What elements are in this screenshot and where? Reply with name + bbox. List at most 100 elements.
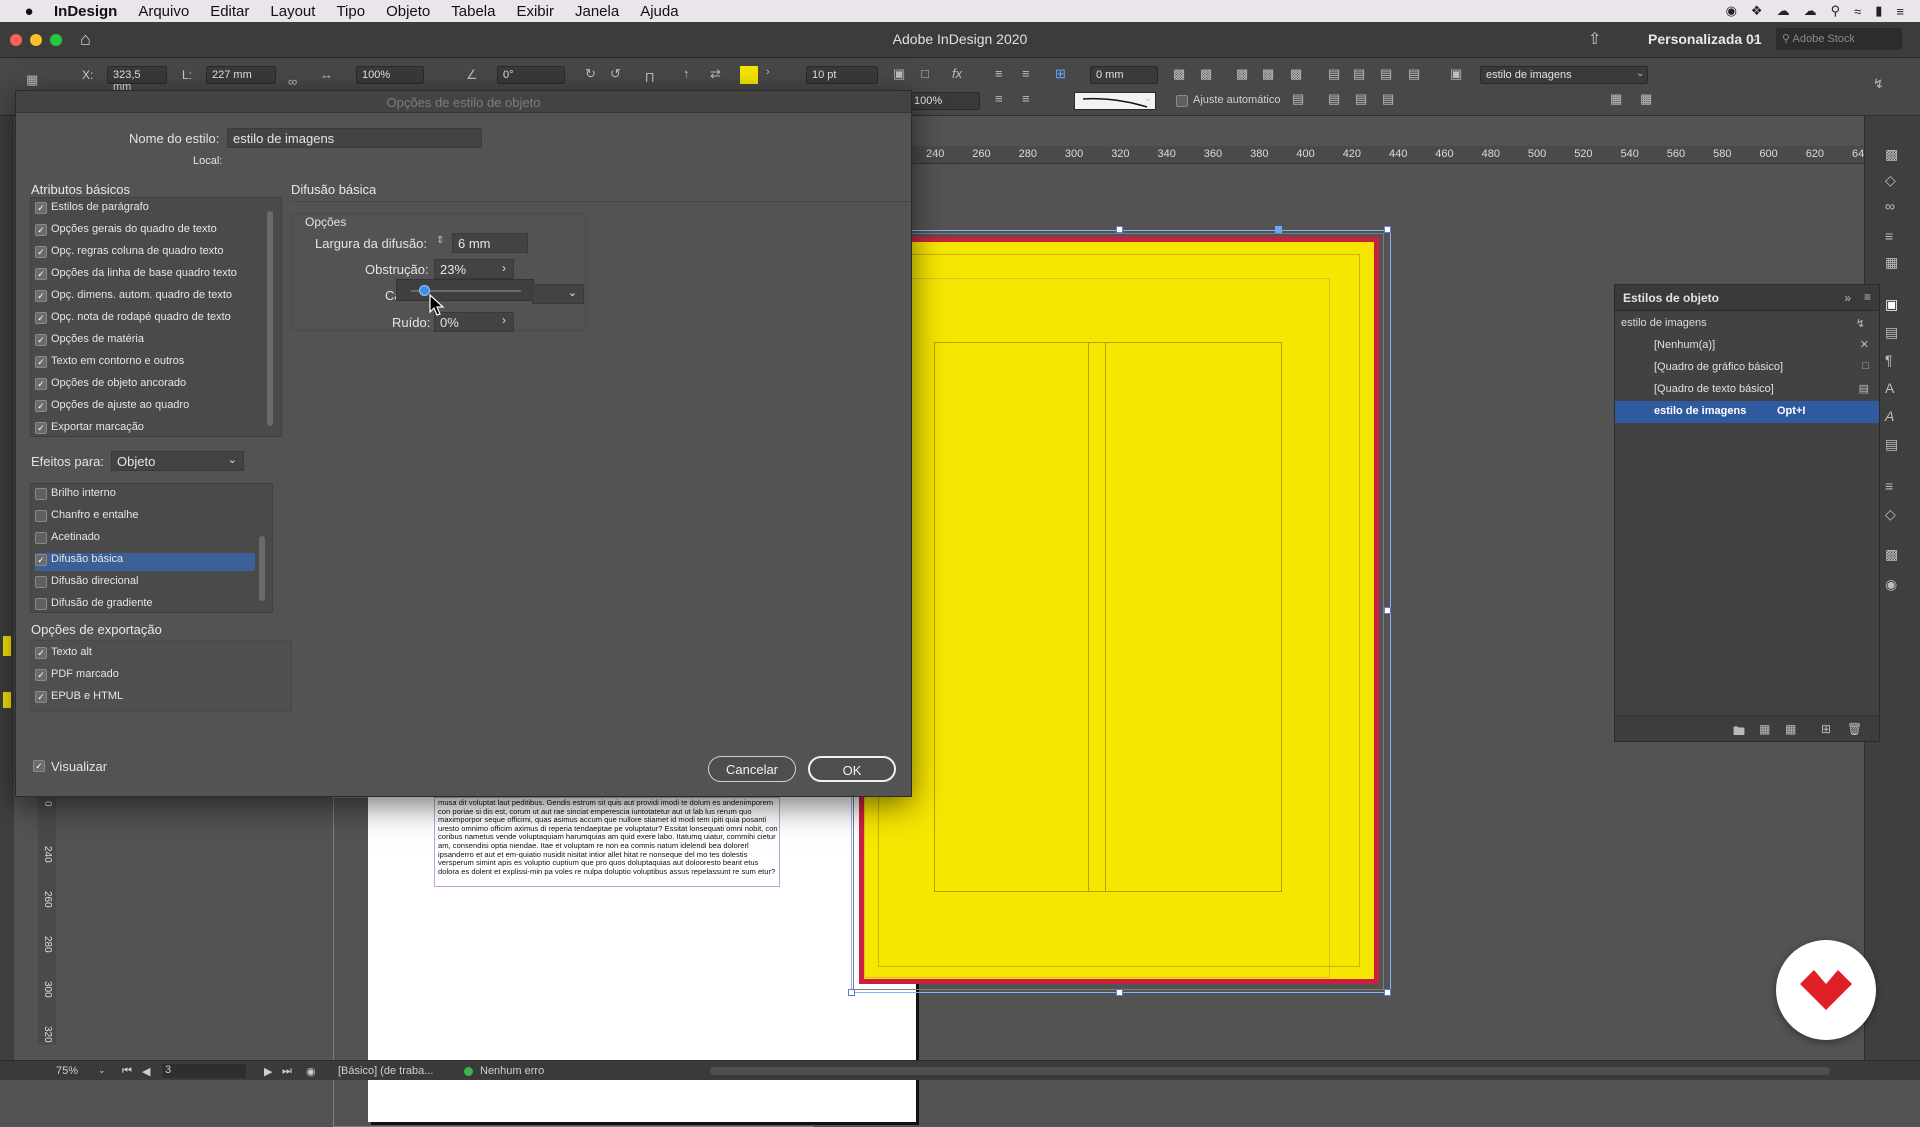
page-number-field[interactable]: 3 [162, 1064, 246, 1078]
checkbox[interactable]: ✓ [35, 400, 47, 412]
checkbox-row[interactable]: ✓ Opções de ajuste ao quadro [35, 399, 265, 417]
menu-arquivo[interactable]: Arquivo [138, 3, 189, 20]
drop-shadow-icon[interactable]: □ [921, 66, 929, 81]
frame-icon[interactable]: ▣ [893, 66, 905, 82]
selection-handle[interactable] [1116, 989, 1123, 996]
rotate-ccw-icon[interactable]: ↺ [610, 66, 621, 82]
effects-for-select[interactable]: Objeto ⌄ [111, 451, 244, 471]
choke-slider-popup[interactable] [396, 279, 534, 301]
fill-color-swatch[interactable] [3, 636, 11, 656]
new-style-icon[interactable]: ▦ [1610, 91, 1622, 107]
auto-fit-checkbox[interactable] [1176, 95, 1188, 107]
checkbox[interactable] [35, 532, 47, 544]
checkbox-row[interactable]: ✓ PDF marcado [35, 668, 265, 686]
checkbox[interactable]: ✓ [35, 691, 47, 703]
scale-y-field[interactable]: 100% [908, 92, 980, 110]
object-style-select[interactable]: estilo de imagens [1480, 66, 1648, 84]
chevron-right-icon[interactable]: › [502, 313, 506, 327]
style-name-input[interactable]: estilo de imagens [227, 128, 482, 148]
checkbox-row[interactable]: ✓ Opções da linha de base quadro texto [35, 267, 265, 285]
text-wrap-icon[interactable]: ▤ [1885, 436, 1898, 453]
checkbox-row[interactable]: ✓ Opç. regras coluna de quadro texto [35, 245, 265, 263]
checkbox-row[interactable]: ✓ Opç. dimens. autom. quadro de texto [35, 289, 265, 307]
checkbox-row[interactable]: ✓ Opções de matéria [35, 333, 265, 351]
offset-field[interactable]: 0 mm [1090, 66, 1158, 84]
lightning-icon[interactable]: ↯ [1873, 76, 1884, 92]
clear-attributes-icon[interactable]: ▦ [1785, 722, 1796, 736]
new-style-icon[interactable]: ⊞ [1821, 722, 1831, 736]
checkbox-row[interactable]: ✓ Opç. nota de rodapé quadro de texto [35, 311, 265, 329]
search-icon[interactable]: ⚲ [1831, 3, 1841, 19]
horizontal-scrollbar[interactable] [710, 1067, 1830, 1075]
checkbox[interactable]: ✓ [35, 312, 47, 324]
lightning-icon[interactable]: ↯ [1856, 317, 1865, 330]
link-icon[interactable]: ∞ [288, 74, 297, 89]
checkbox-row[interactable]: Difusão de gradiente [35, 597, 265, 615]
checkbox-row[interactable]: ✓ EPUB e HTML [35, 690, 265, 708]
swatches-icon[interactable]: ▦ [1885, 254, 1898, 271]
content-grabber[interactable] [1275, 226, 1282, 233]
selection-handle[interactable] [1384, 226, 1391, 233]
flip-horizontal-icon[interactable]: ⇄ [710, 66, 721, 82]
checkbox-row[interactable]: Acetinado [35, 531, 265, 549]
previous-page-icon[interactable]: ◀ [142, 1065, 150, 1078]
adobe-stock-search[interactable]: ⚲ Adobe Stock [1776, 28, 1902, 50]
checkbox[interactable]: ✓ [35, 268, 47, 280]
checkbox-row[interactable]: ✓ Opções de objeto ancorado [35, 377, 265, 395]
chevron-down-icon[interactable]: ⌄ [1750, 33, 1758, 44]
menu-editar[interactable]: Editar [210, 3, 249, 20]
gradient-icon[interactable]: ▩ [1885, 546, 1898, 563]
preflight-profile[interactable]: [Básico] (de traba... [338, 1065, 433, 1077]
chevron-down-icon[interactable]: ⌄ [98, 1065, 106, 1076]
preview-checkbox[interactable]: ✓ [33, 760, 45, 772]
panel-menu-icon[interactable]: ≡ [1864, 290, 1871, 304]
clear-overrides-icon[interactable]: ▦ [1759, 722, 1770, 736]
align-top-icon[interactable]: ▤ [1328, 91, 1340, 107]
menu-janela[interactable]: Janela [575, 3, 619, 20]
checkbox[interactable] [35, 488, 47, 500]
selection-handle[interactable] [848, 989, 855, 996]
last-page-icon[interactable]: ⏭ [282, 1065, 292, 1078]
checkbox[interactable]: ✓ [35, 647, 47, 659]
next-page-icon[interactable]: ▶ [264, 1065, 272, 1078]
checkbox[interactable]: ✓ [35, 669, 47, 681]
checkbox[interactable]: ✓ [35, 224, 47, 236]
checkbox-row[interactable]: ✓ Difusão básica [35, 553, 255, 571]
collapse-icon[interactable]: » [1844, 291, 1851, 305]
align-right-icon[interactable]: ▤ [1380, 66, 1392, 82]
trash-icon[interactable]: 🗑 [1847, 722, 1862, 736]
folder-icon[interactable]: 🖿 [1733, 722, 1745, 743]
align-center-icon[interactable]: ▤ [1353, 66, 1365, 82]
first-page-icon[interactable]: ⏮ [122, 1065, 132, 1078]
checkbox[interactable]: ✓ [35, 356, 47, 368]
align-top-icon[interactable]: ▤ [1292, 91, 1304, 107]
checkbox-row[interactable]: ✓ Exportar marcação [35, 421, 265, 439]
checkbox[interactable] [35, 510, 47, 522]
x-field[interactable]: 323,5 mm [107, 66, 167, 93]
character-styles-icon[interactable]: A [1885, 380, 1894, 396]
menu-ajuda[interactable]: Ajuda [640, 3, 678, 20]
menu-app[interactable]: InDesign [54, 3, 117, 20]
fit-content-icon[interactable]: ▩ [1173, 66, 1185, 82]
rotate-cw-icon[interactable]: ↻ [585, 66, 596, 82]
reference-point-icon[interactable]: ▦ [26, 72, 38, 88]
paragraph-styles-icon[interactable]: ¶ [1885, 352, 1893, 368]
preflight-icon[interactable]: ◉ [306, 1065, 316, 1078]
basic-attributes-list[interactable]: ✓ Estilos de parágrafo ✓ Opções gerais do q… [30, 197, 282, 437]
record-icon[interactable]: ◉ [1726, 3, 1737, 19]
align-text-icon[interactable]: ≡ [995, 66, 1003, 81]
checkbox[interactable]: ✓ [35, 554, 47, 566]
checkbox[interactable]: ✓ [35, 378, 47, 390]
flip-vertical-icon[interactable]: ↑ [683, 66, 690, 81]
menu-exibir[interactable]: Exibir [516, 3, 554, 20]
stroke-weight-field[interactable]: 10 pt [806, 66, 878, 84]
control-center-icon[interactable]: ≡ [1896, 4, 1904, 19]
share-icon[interactable]: ⇧ [1588, 29, 1601, 49]
checkbox-row[interactable]: ✓ Estilos de parágrafo [35, 201, 265, 219]
align-text-icon[interactable]: ≡ [1022, 66, 1030, 81]
battery-icon[interactable]: ▮ [1875, 3, 1882, 19]
style-item-estilo-de-imagens[interactable]: estilo de imagens Opt+I [1615, 401, 1879, 423]
apple-menu-icon[interactable]: ● [20, 3, 38, 20]
checkbox[interactable]: ✓ [35, 290, 47, 302]
selection-handle[interactable] [1384, 989, 1391, 996]
